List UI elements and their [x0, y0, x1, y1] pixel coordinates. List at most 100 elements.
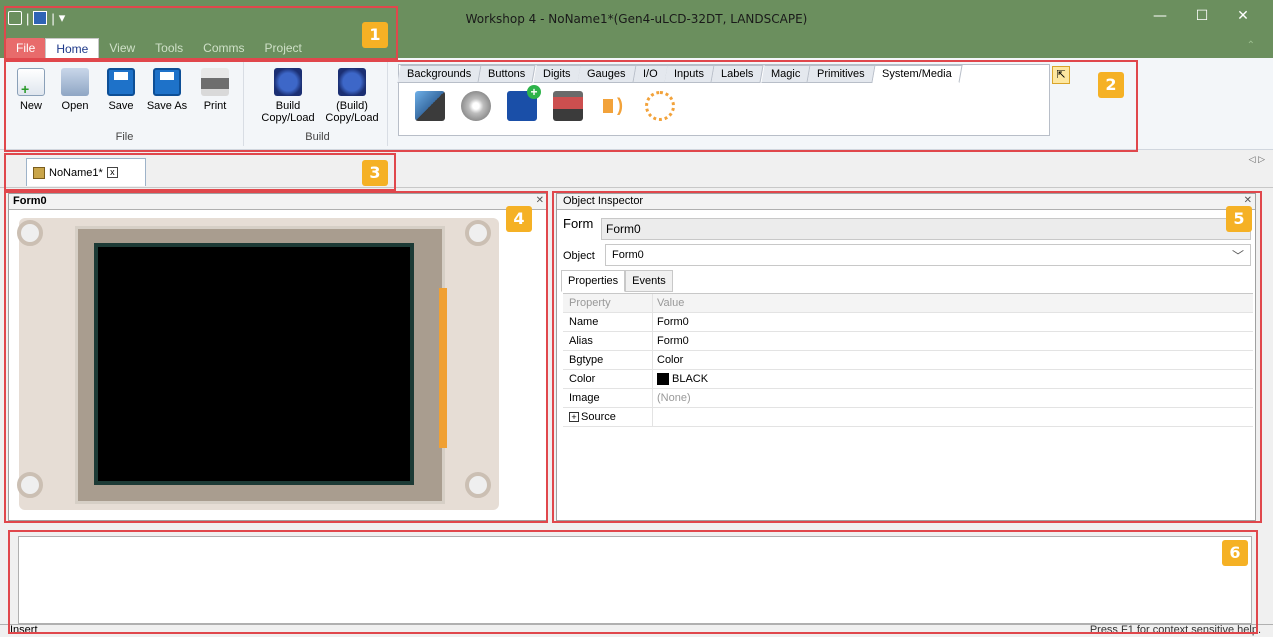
tab-scroll-arrows-icon[interactable]: ◁ ▷	[1249, 154, 1265, 165]
rebuild-label-line2: Copy/Load	[325, 112, 379, 124]
status-help-text: Press F1 for context sensitive help.	[1089, 624, 1261, 636]
rebuild-label-line1: (Build)	[336, 100, 368, 112]
menu-tab-view[interactable]: View	[99, 38, 145, 58]
palette-tab-magic[interactable]: Magic	[761, 65, 811, 83]
property-row[interactable]: Name Form0	[563, 313, 1253, 332]
mount-hole	[465, 220, 491, 246]
menu-tab-comms[interactable]: Comms	[193, 38, 254, 58]
close-inspector-icon[interactable]: ✕	[1244, 195, 1252, 206]
palette-tab-primitives[interactable]: Primitives	[807, 65, 876, 83]
print-button[interactable]: Print	[192, 68, 238, 112]
new-form-icon[interactable]	[507, 85, 541, 121]
palette-tab-digits[interactable]: Digits	[532, 65, 581, 83]
folder-open-icon	[61, 68, 89, 96]
output-pane[interactable]	[18, 536, 1252, 624]
mount-hole	[465, 472, 491, 498]
property-row[interactable]: Color BLACK	[563, 370, 1253, 389]
palette-tab-buttons[interactable]: Buttons	[478, 65, 537, 83]
object-select[interactable]: Form0 ﹀	[605, 244, 1251, 266]
minimize-button[interactable]: —	[1145, 8, 1175, 24]
menu-tab-home[interactable]: Home	[45, 38, 100, 58]
image-camera-icon[interactable]	[415, 91, 445, 121]
new-file-icon	[17, 68, 45, 97]
palette-tab-inputs[interactable]: Inputs	[664, 65, 715, 83]
build-group-label: Build	[305, 131, 330, 143]
menu-tab-tools[interactable]: Tools	[145, 38, 193, 58]
palette-tabs: Backgrounds Buttons Digits Gauges I/O In…	[397, 65, 962, 83]
property-value[interactable]: BLACK	[653, 370, 1253, 388]
menu-tabs: File Home View Tools Comms Project	[6, 38, 312, 58]
status-bar: Insert Press F1 for context sensitive he…	[0, 624, 1273, 637]
sound-icon[interactable]	[599, 91, 629, 121]
property-name: Color	[563, 370, 653, 388]
property-value[interactable]: (None)	[653, 389, 1253, 407]
property-name: Image	[563, 389, 653, 407]
tab-properties[interactable]: Properties	[561, 270, 626, 292]
save-as-button[interactable]: Save As	[144, 68, 190, 112]
pointer-select-icon[interactable]: ⇱	[1052, 66, 1070, 84]
property-value[interactable]	[653, 408, 1253, 426]
property-row[interactable]: Alias Form0	[563, 332, 1253, 351]
timer-icon[interactable]	[645, 91, 675, 121]
property-value[interactable]: Form0	[653, 313, 1253, 331]
form-label: Form	[563, 216, 594, 231]
column-header-value: Value	[657, 297, 685, 309]
save-icon	[107, 68, 135, 96]
property-name: Alias	[563, 332, 653, 350]
property-value[interactable]: Color	[653, 351, 1253, 369]
object-inspector-panel: Object Inspector ✕ Form Form0 Object For…	[556, 193, 1256, 521]
property-grid-header: Property Value	[563, 294, 1253, 313]
menu-tab-project[interactable]: Project	[255, 38, 312, 58]
property-row[interactable]: + Source	[563, 408, 1253, 427]
save-label: Save	[108, 100, 134, 112]
close-button[interactable]: ✕	[1228, 8, 1258, 24]
save-button[interactable]: Save	[98, 68, 144, 112]
maximize-button[interactable]: ☐	[1187, 8, 1217, 24]
document-tab[interactable]: NoName1* x	[26, 158, 146, 186]
menu-tab-file[interactable]: File	[6, 38, 46, 58]
callout-badge: 1	[362, 22, 388, 48]
callout-badge: 3	[362, 160, 388, 186]
ribbon-group-build: Build Copy/Load (Build) Copy/Load Build	[248, 62, 388, 146]
palette-tab-system-media[interactable]: System/Media	[872, 65, 962, 83]
mount-hole	[17, 472, 43, 498]
tab-events[interactable]: Events	[625, 270, 673, 292]
form-canvas[interactable]	[94, 243, 414, 485]
property-row[interactable]: Bgtype Color	[563, 351, 1253, 370]
property-value[interactable]: Form0	[653, 332, 1253, 350]
callout-badge: 2	[1098, 72, 1124, 98]
expand-icon[interactable]: +	[569, 412, 579, 422]
mount-hole	[17, 220, 43, 246]
form-panel-title: Form0	[9, 194, 547, 210]
property-grid: Property Value Name Form0 Alias Form0 Bg…	[563, 293, 1253, 427]
print-label: Print	[203, 100, 227, 112]
collapse-ribbon-icon[interactable]: ⌃	[1247, 40, 1255, 51]
flex-connector	[439, 288, 447, 448]
new-button[interactable]: New	[8, 68, 54, 112]
save-as-label: Save As	[146, 100, 188, 112]
close-tab-icon[interactable]: x	[106, 167, 118, 178]
save-as-icon	[153, 68, 181, 96]
property-row[interactable]: Image (None)	[563, 389, 1253, 408]
color-value: BLACK	[672, 373, 709, 385]
document-tab-strip: NoName1* x ◁ ▷	[0, 150, 1273, 188]
palette-tab-io[interactable]: I/O	[632, 65, 668, 83]
build-copy-load-button[interactable]: Build Copy/Load	[260, 68, 316, 124]
video-icon[interactable]	[553, 91, 583, 121]
property-name: Name	[563, 313, 653, 331]
palette-tab-gauges[interactable]: Gauges	[577, 65, 637, 83]
color-swatch	[657, 373, 669, 385]
rebuild-copy-load-button[interactable]: (Build) Copy/Load	[324, 68, 380, 124]
palette-tab-labels[interactable]: Labels	[711, 65, 765, 83]
disc-icon[interactable]	[461, 91, 491, 121]
form-designer-panel: Form0 ✕	[8, 193, 548, 521]
palette-tab-backgrounds[interactable]: Backgrounds	[397, 65, 482, 83]
printer-icon	[201, 68, 229, 96]
close-panel-icon[interactable]: ✕	[536, 195, 544, 206]
property-name-text: Source	[581, 411, 616, 423]
status-mode: Insert	[10, 624, 38, 636]
open-button[interactable]: Open	[52, 68, 98, 112]
property-name: Bgtype	[563, 351, 653, 369]
form-name-field: Form0	[601, 218, 1251, 240]
property-name: + Source	[563, 408, 653, 426]
